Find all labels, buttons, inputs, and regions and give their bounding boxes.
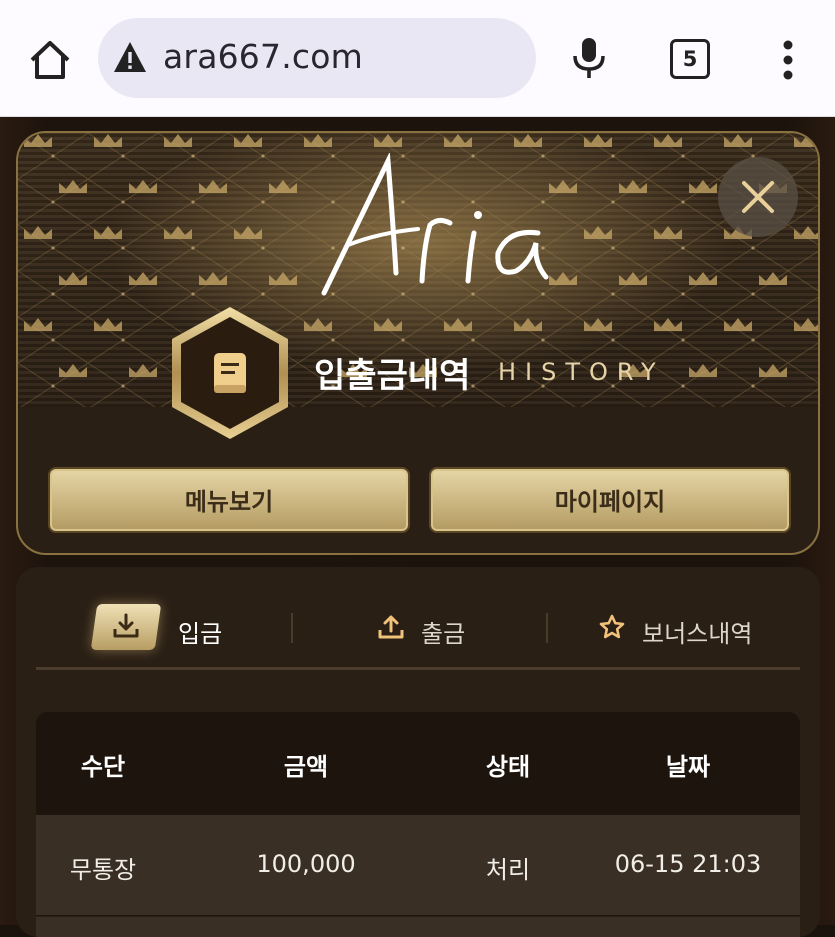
url-text[interactable]: ara667.com: [163, 37, 363, 76]
microphone-icon[interactable]: [570, 36, 608, 80]
warning-icon[interactable]: [112, 40, 148, 74]
table-header: 수단 금액 상태 날짜: [36, 712, 800, 814]
cell-method: 무통장: [69, 856, 137, 884]
column-header-amount: 금액: [283, 753, 329, 781]
column-header-date: 날짜: [665, 753, 711, 781]
aria-logo: [321, 153, 549, 296]
cell-amount: 100,000: [256, 850, 356, 878]
home-icon[interactable]: [28, 38, 72, 82]
column-header-status: 상태: [485, 753, 531, 781]
tab-underline: [36, 667, 800, 670]
close-button[interactable]: [718, 157, 798, 237]
mypage-button[interactable]: 마이페이지: [429, 467, 791, 533]
table-row[interactable]: 무통장 100,000 처리 06-15 21:03: [36, 815, 800, 915]
close-icon: [742, 181, 774, 213]
tab-bonus-history[interactable]: 보너스내역: [642, 614, 752, 649]
history-table: 수단 금액 상태 날짜 무통장 100,000 처리 06-15 21:03: [36, 712, 800, 937]
history-content-card: 입금 출금 보너스내역 수단 금액 상태 날짜 무통장 100,000 처리 0…: [16, 567, 820, 937]
page-subtitle: HISTORY: [498, 358, 665, 386]
tab-separator: [291, 613, 293, 643]
history-header-card: 입출금내역 HISTORY 메뉴보기 마이페이지: [16, 131, 820, 555]
browser-toolbar: ara667.com 5: [0, 0, 835, 117]
more-options-icon[interactable]: [780, 40, 796, 80]
page-title: 입출금내역: [314, 356, 471, 396]
tab-separator: [546, 613, 548, 643]
menu-button[interactable]: 메뉴보기: [48, 467, 410, 533]
history-tabs: 입금 출금 보너스내역: [16, 567, 820, 671]
history-book-icon: [172, 307, 288, 439]
tab-deposit[interactable]: 입금: [178, 614, 222, 649]
download-icon: [113, 613, 139, 638]
table-row[interactable]: [36, 916, 800, 937]
star-icon[interactable]: [598, 613, 626, 641]
cell-status: 처리: [485, 856, 531, 884]
tab-withdraw[interactable]: 출금: [421, 614, 465, 649]
column-header-method: 수단: [80, 753, 126, 781]
cell-date: 06-15 21:03: [614, 850, 762, 878]
upload-icon[interactable]: [377, 613, 405, 641]
tab-switcher-button[interactable]: 5: [670, 39, 710, 79]
